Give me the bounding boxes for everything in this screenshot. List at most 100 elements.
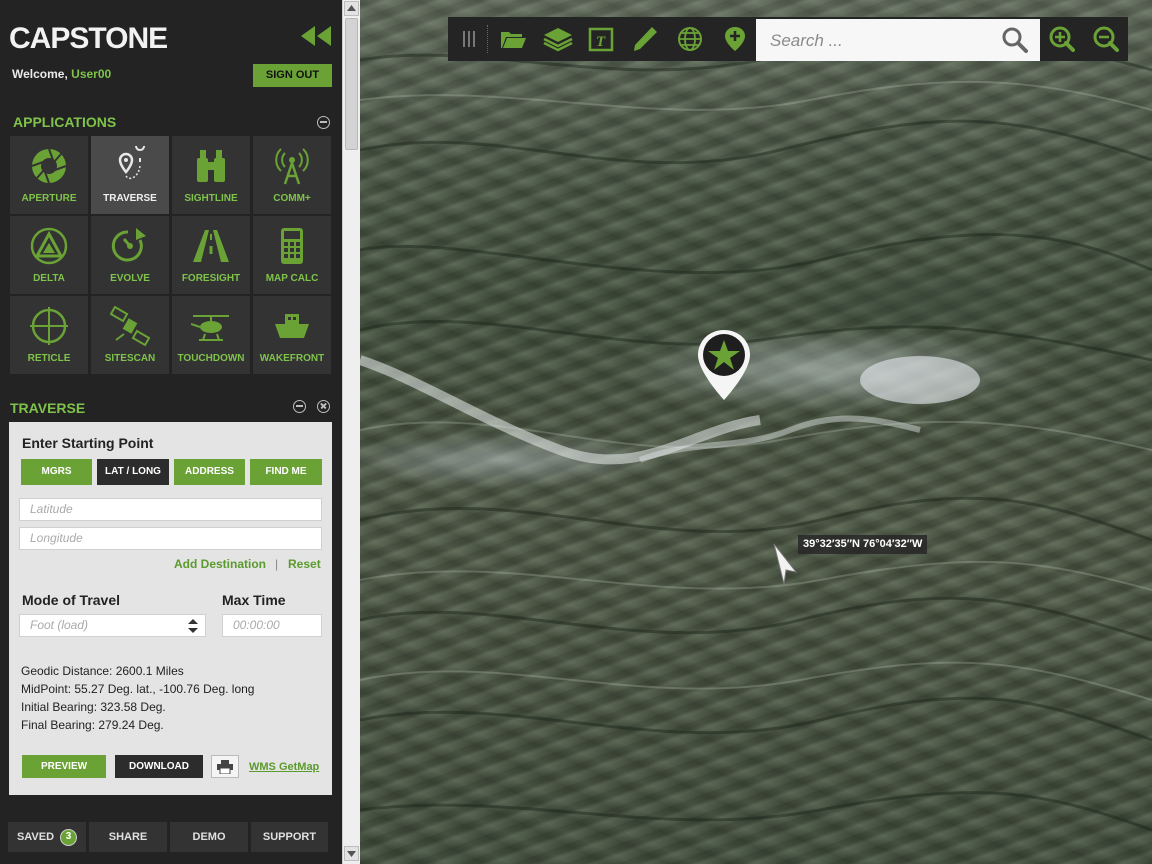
calculator-icon xyxy=(281,228,303,264)
demo-button[interactable]: DEMO xyxy=(170,822,248,852)
search-box[interactable]: Search ... xyxy=(756,19,1040,61)
app-tile-sitescan[interactable]: SITESCAN xyxy=(91,296,169,374)
zoom-in-icon[interactable] xyxy=(1049,26,1075,52)
saved-count-badge: 3 xyxy=(60,828,78,846)
select-arrows-icon xyxy=(188,619,198,633)
app-tile-touchdown[interactable]: TOUCHDOWN xyxy=(172,296,250,374)
helicopter-icon xyxy=(191,315,229,341)
saved-label: SAVED xyxy=(16,831,55,843)
app-label: TRAVERSE xyxy=(103,193,157,204)
coordinate-readout: 39°32′35″N 76°04′32″W xyxy=(798,535,928,554)
aperture-icon xyxy=(31,148,67,184)
username: User00 xyxy=(71,67,112,81)
app-tile-map-calc[interactable]: MAP CALC xyxy=(253,216,331,294)
drag-handle-icon[interactable] xyxy=(460,26,480,52)
map-view[interactable] xyxy=(360,0,1152,864)
app-tile-comm[interactable]: COMM+ xyxy=(253,136,331,214)
saved-button[interactable]: SAVED 3 xyxy=(8,822,86,852)
app-tile-traverse[interactable]: TRAVERSE xyxy=(91,136,169,214)
satellite-icon xyxy=(110,306,150,346)
chevron-down-icon xyxy=(347,851,356,857)
app-label: APERTURE xyxy=(21,193,77,204)
scroll-down-arrow[interactable] xyxy=(344,846,359,861)
sidebar-scrollbar[interactable] xyxy=(342,0,360,864)
mode-of-travel-select[interactable]: Foot (load) xyxy=(19,614,206,637)
cursor-arrow-icon xyxy=(773,543,798,585)
download-button[interactable]: DOWNLOAD xyxy=(115,755,203,778)
collapse-applications-icon[interactable] xyxy=(317,116,330,129)
app-label: RETICLE xyxy=(27,353,71,364)
wms-getmap-link[interactable]: WMS GetMap xyxy=(249,761,319,773)
binoculars-icon xyxy=(197,150,225,182)
app-tile-evolve[interactable]: EVOLVE xyxy=(91,216,169,294)
crosshair-icon xyxy=(30,307,68,345)
location-pin-star-icon[interactable] xyxy=(696,328,752,404)
app-label: DELTA xyxy=(33,273,65,284)
app-tile-delta[interactable]: DELTA xyxy=(10,216,88,294)
close-traverse-icon[interactable] xyxy=(317,400,330,413)
address-button[interactable]: ADDRESS xyxy=(174,459,245,485)
route-pin-icon xyxy=(118,146,146,180)
delta-triangle-icon xyxy=(30,227,68,265)
pencil-icon[interactable] xyxy=(632,26,658,52)
mgrs-button[interactable]: MGRS xyxy=(21,459,92,485)
collapse-sidebar-icon[interactable] xyxy=(300,26,332,46)
add-pin-icon[interactable] xyxy=(722,26,748,52)
latitude-input[interactable]: Latitude xyxy=(19,498,322,521)
app-tile-foresight[interactable]: FORESIGHT xyxy=(172,216,250,294)
traverse-panel: Enter Starting Point MGRS LAT / LONG ADD… xyxy=(9,422,332,795)
final-bearing-text: Final Bearing: 279.24 Deg. xyxy=(21,718,164,732)
app-tile-sightline[interactable]: SIGHTLINE xyxy=(172,136,250,214)
share-button[interactable]: SHARE xyxy=(89,822,167,852)
app-tile-aperture[interactable]: APERTURE xyxy=(10,136,88,214)
terrain-texture xyxy=(360,37,1152,832)
mode-of-travel-value: Foot (load) xyxy=(30,618,89,632)
text-tool-icon[interactable]: T xyxy=(588,26,614,52)
printer-icon xyxy=(217,760,233,775)
road-icon xyxy=(193,230,229,262)
zoom-out-icon[interactable] xyxy=(1093,26,1119,52)
folder-icon[interactable] xyxy=(500,26,526,52)
toolbar-divider xyxy=(487,25,488,53)
radio-tower-icon xyxy=(275,148,309,185)
preview-button[interactable]: PREVIEW xyxy=(22,755,106,778)
search-input[interactable]: Search ... xyxy=(770,31,843,51)
svg-text:T: T xyxy=(596,34,606,50)
app-label: SIGHTLINE xyxy=(184,193,238,204)
scroll-up-arrow[interactable] xyxy=(344,1,359,16)
initial-bearing-text: Initial Bearing: 323.58 Deg. xyxy=(21,700,166,714)
app-label: SITESCAN xyxy=(104,353,156,364)
longitude-input[interactable]: Longitude xyxy=(19,527,322,550)
evolve-arrow-icon xyxy=(111,228,146,262)
app-label: EVOLVE xyxy=(110,273,150,284)
welcome-label: Welcome, xyxy=(12,67,68,81)
app-tile-wakefront[interactable]: WAKEFRONT xyxy=(253,296,331,374)
max-time-label: Max Time xyxy=(222,592,286,608)
globe-icon[interactable] xyxy=(677,26,703,52)
starting-point-heading: Enter Starting Point xyxy=(22,435,154,451)
max-time-input[interactable]: 00:00:00 xyxy=(222,614,322,637)
reset-link[interactable]: Reset xyxy=(288,557,321,571)
link-separator: | xyxy=(275,557,279,571)
layers-icon[interactable] xyxy=(543,26,573,52)
app-tile-reticle[interactable]: RETICLE xyxy=(10,296,88,374)
find-me-button[interactable]: FIND ME xyxy=(250,459,322,485)
app-label: TOUCHDOWN xyxy=(177,353,245,364)
app-label: FORESIGHT xyxy=(181,273,241,284)
support-button[interactable]: SUPPORT xyxy=(251,822,328,852)
boat-icon xyxy=(275,314,309,338)
scroll-thumb[interactable] xyxy=(345,18,358,150)
minimize-traverse-icon[interactable] xyxy=(293,400,306,413)
app-label: WAKEFRONT xyxy=(259,353,325,364)
search-icon[interactable] xyxy=(1002,27,1028,53)
sign-out-button[interactable]: SIGN OUT xyxy=(253,64,332,87)
midpoint-text: MidPoint: 55.27 Deg. lat., -100.76 Deg. … xyxy=(21,682,255,696)
lat-long-button[interactable]: LAT / LONG xyxy=(97,459,169,485)
app-label: MAP CALC xyxy=(265,273,319,284)
print-button[interactable] xyxy=(211,755,239,778)
chevron-up-icon xyxy=(347,5,356,11)
traverse-title: TRAVERSE xyxy=(10,400,86,416)
applications-grid: APERTURE TRAVERSE SIGHTLINE COMM+ DELTA … xyxy=(10,136,332,374)
bottom-bar: SAVED 3 SHARE DEMO SUPPORT xyxy=(8,822,328,852)
add-destination-link[interactable]: Add Destination xyxy=(174,557,266,571)
